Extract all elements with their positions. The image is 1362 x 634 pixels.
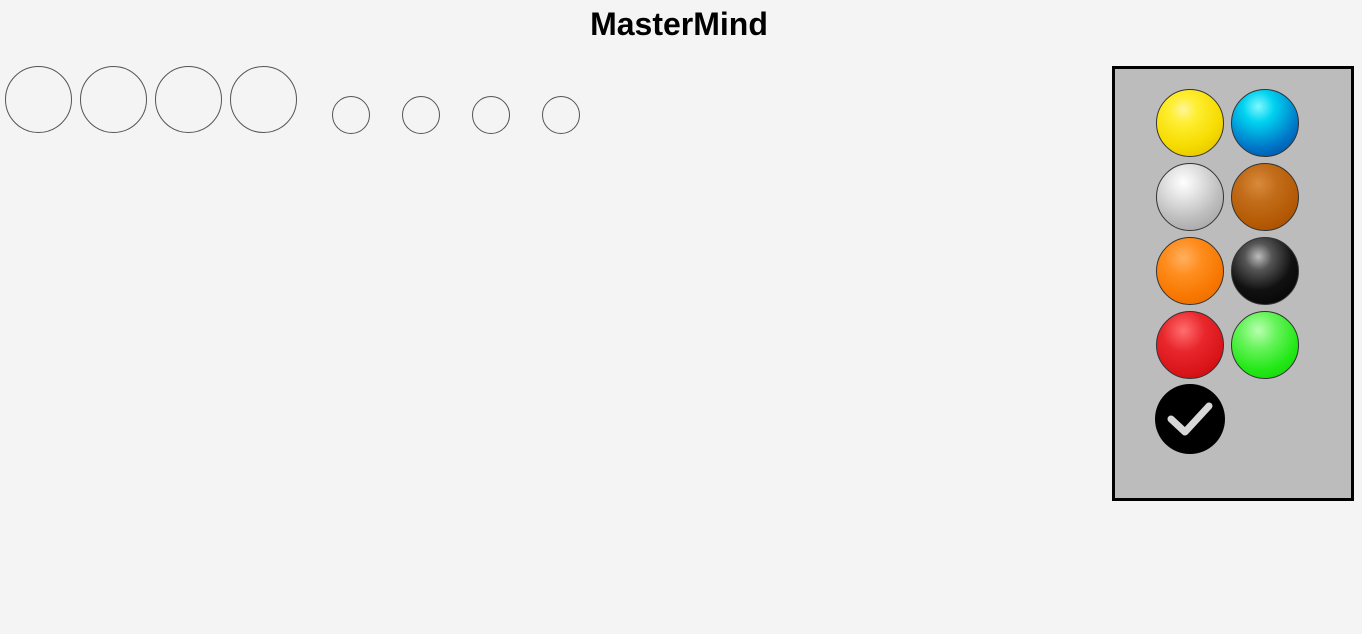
peg-green[interactable]	[1231, 311, 1299, 379]
peg-red[interactable]	[1156, 311, 1224, 379]
feedback-peg-1	[332, 96, 370, 134]
peg-black[interactable]	[1231, 237, 1299, 305]
mastermind-page: MasterMind	[0, 0, 1362, 634]
peg-orange[interactable]	[1156, 237, 1224, 305]
check-icon	[1167, 402, 1213, 436]
guess-slot-1[interactable]	[5, 66, 72, 133]
submit-guess-button[interactable]	[1155, 384, 1225, 454]
color-palette	[1112, 66, 1354, 501]
feedback-peg-3	[472, 96, 510, 134]
guess-slot-4[interactable]	[230, 66, 297, 133]
peg-yellow[interactable]	[1156, 89, 1224, 157]
guess-slot-3[interactable]	[155, 66, 222, 133]
peg-brown[interactable]	[1231, 163, 1299, 231]
peg-cyan[interactable]	[1231, 89, 1299, 157]
feedback-peg-2	[402, 96, 440, 134]
game-title: MasterMind	[590, 6, 768, 42]
feedback-peg-4	[542, 96, 580, 134]
guess-slot-2[interactable]	[80, 66, 147, 133]
peg-silver[interactable]	[1156, 163, 1224, 231]
